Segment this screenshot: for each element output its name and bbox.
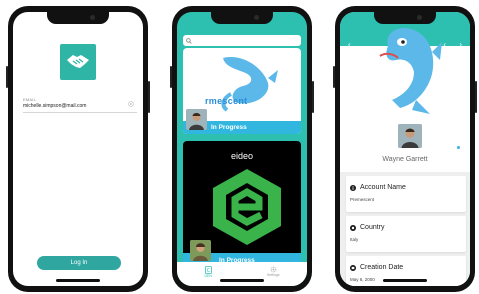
- search-icon: [186, 37, 192, 44]
- prev-arrow-icon[interactable]: ‹: [443, 40, 446, 49]
- company-card[interactable]: rmescent In Progress: [183, 48, 301, 134]
- email-label: EMAIL: [23, 97, 37, 102]
- page-indicator: [457, 146, 460, 149]
- phone-detail: ‹ ‹ › Wayne Garrett Account Name Premesc…: [333, 6, 477, 292]
- home-indicator: [56, 279, 100, 282]
- avatar: [190, 240, 211, 261]
- back-arrow-icon[interactable]: ‹: [348, 40, 351, 49]
- contact-name: Wayne Garrett: [382, 156, 428, 163]
- info-value: May 6, 2000: [350, 277, 375, 282]
- avatar: [398, 124, 422, 148]
- company-card[interactable]: eideo In Progress: [183, 141, 301, 267]
- info-card-account: Account Name Premescent: [346, 176, 466, 212]
- login-button[interactable]: Log In: [37, 256, 121, 270]
- login-screen: EMAIL michelle.simpson@mail.com Log In: [13, 12, 143, 286]
- company-icon: C: [204, 266, 212, 274]
- eideo-logo-icon: [213, 169, 281, 245]
- gear-icon: [270, 266, 276, 273]
- tab-label: DEN: [204, 274, 212, 278]
- info-title: Country: [360, 224, 385, 231]
- search-input[interactable]: [183, 35, 301, 46]
- home-indicator: [220, 279, 264, 282]
- company-brand-text: eideo: [230, 151, 254, 161]
- avatar: [186, 109, 207, 130]
- detail-list: Account Name Premescent Country Italy Cr…: [340, 172, 470, 286]
- globe-icon: [350, 225, 356, 231]
- info-value: Italy: [350, 237, 359, 242]
- phone-login: EMAIL michelle.simpson@mail.com Log In: [6, 6, 150, 292]
- list-screen: rmescent In Progress eideo In Progress C…: [177, 12, 307, 286]
- clear-icon[interactable]: [128, 101, 134, 107]
- email-underline: [23, 112, 137, 113]
- info-card-country: Country Italy: [346, 216, 466, 252]
- company-brand-text: rmescent: [205, 96, 248, 106]
- notch: [47, 12, 109, 24]
- calendar-icon: [350, 265, 356, 271]
- detail-header: ‹ ‹ ›: [340, 12, 470, 152]
- tab-companies[interactable]: C DEN: [204, 266, 212, 278]
- handshake-icon: [67, 55, 89, 68]
- info-value: Premescent: [350, 197, 375, 202]
- home-indicator: [383, 279, 427, 282]
- tab-label: Settings: [266, 273, 280, 277]
- notch: [211, 12, 273, 24]
- info-title: Account Name: [360, 184, 406, 191]
- detail-screen: ‹ ‹ › Wayne Garrett Account Name Premesc…: [340, 12, 470, 286]
- dolphin-icon: [221, 57, 278, 112]
- phone-list: rmescent In Progress eideo In Progress C…: [170, 6, 314, 292]
- tab-settings[interactable]: Settings: [267, 266, 280, 277]
- email-field[interactable]: michelle.simpson@mail.com: [23, 103, 86, 109]
- notch: [374, 12, 436, 24]
- info-title: Creation Date: [360, 264, 404, 271]
- tab-bar: C DEN Settings: [177, 262, 307, 286]
- dolphin-icon: [340, 12, 470, 114]
- next-arrow-icon[interactable]: ›: [459, 40, 462, 49]
- app-logo: [60, 44, 96, 80]
- info-icon: [350, 185, 356, 191]
